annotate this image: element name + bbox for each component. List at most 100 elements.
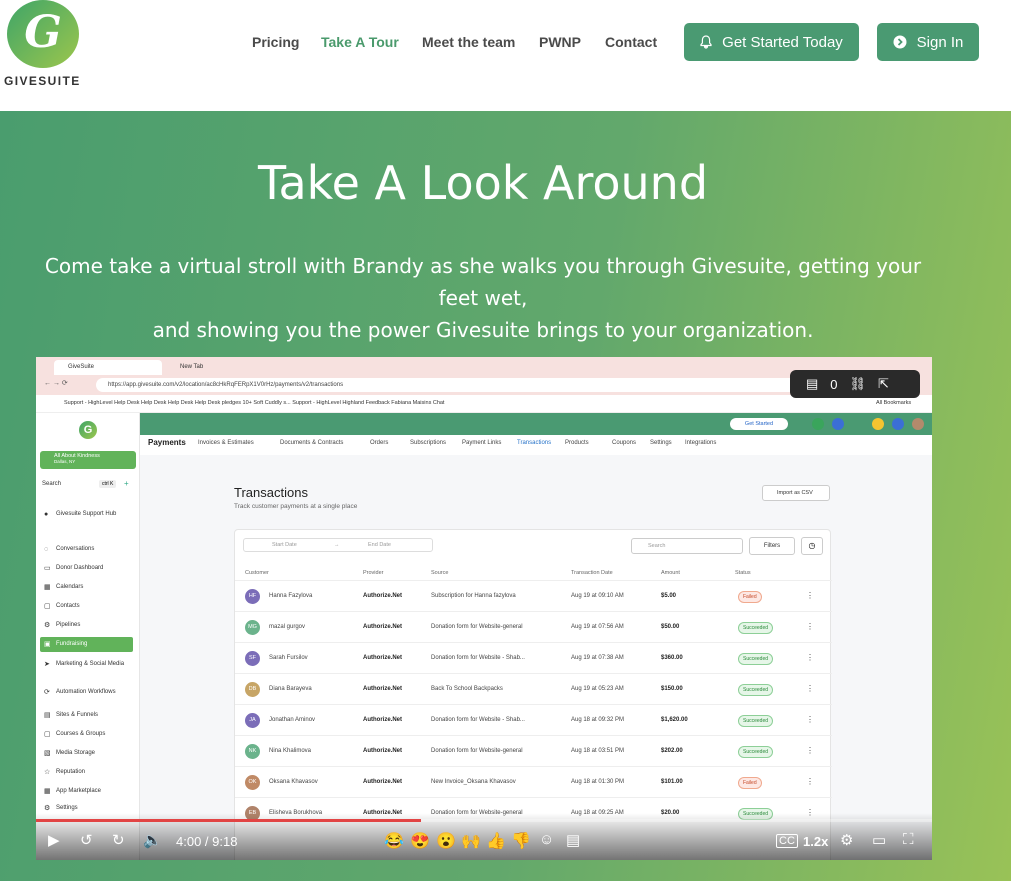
sidebar-item-pipelines[interactable]: ⚙ Pipelines xyxy=(40,618,133,633)
sidebar-search[interactable]: Search xyxy=(42,481,61,487)
settings-gear-icon[interactable]: ⚙ xyxy=(840,831,853,849)
raised-hands-emoji-icon[interactable]: 🙌 xyxy=(461,831,481,851)
comment-icon[interactable]: ▤ xyxy=(806,376,818,392)
phone-icon[interactable] xyxy=(812,418,824,430)
nav-pricing[interactable]: Pricing xyxy=(252,34,299,50)
browser-url[interactable]: https://app.givesuite.com/v2/location/ac… xyxy=(96,378,796,392)
more-options-icon[interactable]: ⋮ xyxy=(806,684,814,693)
nav-pwnp[interactable]: PWNP xyxy=(539,34,581,50)
clock-icon[interactable]: ◷ xyxy=(801,537,823,555)
table-row[interactable]: DB Diana Barayeva Authorize.Net Back To Sch… xyxy=(235,673,832,704)
forward-icon[interactable]: ↻ xyxy=(112,831,125,849)
table-search-input[interactable]: Search xyxy=(631,538,743,554)
sidebar-item-reputation[interactable]: ☆ Reputation xyxy=(40,765,133,780)
sidebar-item-automation-workflows[interactable]: ⟳ Automation Workflows xyxy=(40,685,133,700)
browser-nav-icons[interactable]: ← → ⟳ xyxy=(44,379,68,387)
more-options-icon[interactable]: ⋮ xyxy=(806,622,814,631)
more-options-icon[interactable]: ⋮ xyxy=(806,777,814,786)
app-tab-products[interactable]: Products xyxy=(565,440,589,446)
app-tab-documents-contracts[interactable]: Documents & Contracts xyxy=(280,440,343,446)
sidebar-item-app-marketplace[interactable]: ▦ App Marketplace xyxy=(40,784,133,799)
app-tab-coupons[interactable]: Coupons xyxy=(612,440,636,446)
add-emoji-icon[interactable]: ☺ xyxy=(539,831,554,848)
sidebar-item-courses-groups[interactable]: ▢ Courses & Groups xyxy=(40,727,133,742)
more-options-icon[interactable]: ⋮ xyxy=(806,653,814,662)
volume-icon[interactable]: 🔈 xyxy=(143,831,162,849)
table-row[interactable]: NK Nina Khalimova Authorize.Net Donation fo… xyxy=(235,735,832,766)
column-header[interactable]: Transaction Date xyxy=(571,570,613,576)
sidebar-item-conversations[interactable]: ◌ Conversations xyxy=(40,542,133,557)
browser-tab-givesuite[interactable]: GiveSuite xyxy=(54,360,162,375)
table-row[interactable]: OK Oksana Khavasov Authorize.Net New Invoic… xyxy=(235,766,832,797)
column-header[interactable]: Customer xyxy=(245,570,269,576)
account-switcher[interactable]: All About Kindness Dallas, NY xyxy=(40,451,136,469)
sidebar-item-donor-dashboard[interactable]: ▭ Donor Dashboard xyxy=(40,561,133,576)
table-row[interactable]: JA Jonathan Aminov Authorize.Net Donation f… xyxy=(235,704,832,735)
nav-take-a-tour[interactable]: Take A Tour xyxy=(321,34,399,50)
sidebar-item-label: Settings xyxy=(56,805,78,811)
wow-emoji-icon[interactable]: 😮 xyxy=(436,831,456,851)
laugh-emoji-icon[interactable]: 😂 xyxy=(384,831,404,851)
get-started-button[interactable]: Get Started Today xyxy=(684,23,859,61)
tour-video[interactable]: GiveSuite New Tab ← → ⟳ https://app.give… xyxy=(36,357,932,860)
add-icon[interactable]: + xyxy=(124,479,129,488)
more-options-icon[interactable]: ⋮ xyxy=(806,715,814,724)
mini-player-icon[interactable]: ▭ xyxy=(872,831,886,849)
sidebar-item-calendars[interactable]: ▦ Calendars xyxy=(40,580,133,595)
external-link-icon[interactable]: ⇱ xyxy=(878,376,889,392)
heart-eyes-emoji-icon[interactable]: 😍 xyxy=(410,831,430,851)
avatar[interactable] xyxy=(912,418,924,430)
comment-icon[interactable]: ▤ xyxy=(566,831,580,849)
app-tab-settings[interactable]: Settings xyxy=(650,440,672,446)
playback-speed[interactable]: 1.2x xyxy=(803,834,828,849)
rewind-icon[interactable]: ↺ xyxy=(80,831,93,849)
table-row[interactable]: MG mazal gurgov Authorize.Net Donation form… xyxy=(235,611,832,642)
link-icon[interactable]: ⛓ xyxy=(850,376,867,392)
app-tab-integrations[interactable]: Integrations xyxy=(685,440,716,446)
fullscreen-icon[interactable]: ⛶ xyxy=(903,831,914,848)
sidebar-item-givesuite-support-hub[interactable]: ● Givesuite Support Hub xyxy=(40,507,133,522)
sidebar-item-fundraising[interactable]: ▣ Fundraising xyxy=(40,637,133,652)
app-tab-payment-links[interactable]: Payment Links xyxy=(462,440,501,446)
column-header[interactable]: Status xyxy=(735,570,751,576)
table-row[interactable]: SF Sarah Fursilov Authorize.Net Donation fo… xyxy=(235,642,832,673)
help-icon[interactable] xyxy=(892,418,904,430)
captions-icon[interactable]: CC xyxy=(776,834,798,848)
column-header[interactable]: Provider xyxy=(363,570,383,576)
app-tab-payments[interactable]: Payments xyxy=(148,438,186,447)
column-header[interactable]: Source xyxy=(431,570,448,576)
progress-bar[interactable] xyxy=(36,819,932,822)
table-row[interactable]: HF Hanna Fazylova Authorize.Net Subscriptio… xyxy=(235,580,832,611)
app-tab-transactions[interactable]: Transactions xyxy=(517,440,551,446)
sidebar-item-marketing-social-media[interactable]: ➤ Marketing & Social Media xyxy=(40,657,133,672)
nav-meet-the-team[interactable]: Meet the team xyxy=(422,34,515,50)
filters-button[interactable]: Filters xyxy=(749,537,795,555)
more-options-icon[interactable]: ⋮ xyxy=(806,746,814,755)
thumbs-down-emoji-icon[interactable]: 👎 xyxy=(511,831,531,851)
column-header[interactable]: Amount xyxy=(661,570,680,576)
transaction-date: Aug 19 at 05:23 AM xyxy=(571,686,624,692)
arrow-icon: → xyxy=(334,542,340,548)
sign-in-button[interactable]: Sign In xyxy=(877,23,979,61)
app-get-started-button[interactable]: Get Started xyxy=(730,418,788,430)
all-bookmarks[interactable]: All Bookmarks xyxy=(876,400,911,406)
import-csv-button[interactable]: Import as CSV xyxy=(762,485,830,501)
sidebar-item-label: Conversations xyxy=(56,546,95,552)
date-range-picker[interactable]: Start Date → End Date xyxy=(243,538,433,552)
sidebar-item-contacts[interactable]: ▢ Contacts xyxy=(40,599,133,614)
sidebar-item-sites-funnels[interactable]: ▤ Sites & Funnels xyxy=(40,708,133,723)
sidebar-item-media-storage[interactable]: ▧ Media Storage xyxy=(40,746,133,761)
nav-contact[interactable]: Contact xyxy=(605,34,657,50)
magic-icon[interactable] xyxy=(832,418,844,430)
browser-tab-new[interactable]: New Tab xyxy=(166,360,274,375)
app-tab-subscriptions[interactable]: Subscriptions xyxy=(410,440,446,446)
bookmarks-list[interactable]: Support - HighLevel Help Desk Help Desk … xyxy=(64,400,444,406)
givesuite-logo[interactable]: G GIVESUITE xyxy=(4,0,80,90)
play-icon[interactable]: ▶ xyxy=(48,831,60,849)
thumbs-up-emoji-icon[interactable]: 👍 xyxy=(486,831,506,851)
app-tab-orders[interactable]: Orders xyxy=(370,440,388,446)
more-options-icon[interactable]: ⋮ xyxy=(806,591,814,600)
app-tab-invoices-estimates[interactable]: Invoices & Estimates xyxy=(198,440,254,446)
hero-subtitle-line1: Come take a virtual stroll with Brandy a… xyxy=(44,254,922,310)
bell-icon[interactable] xyxy=(872,418,884,430)
